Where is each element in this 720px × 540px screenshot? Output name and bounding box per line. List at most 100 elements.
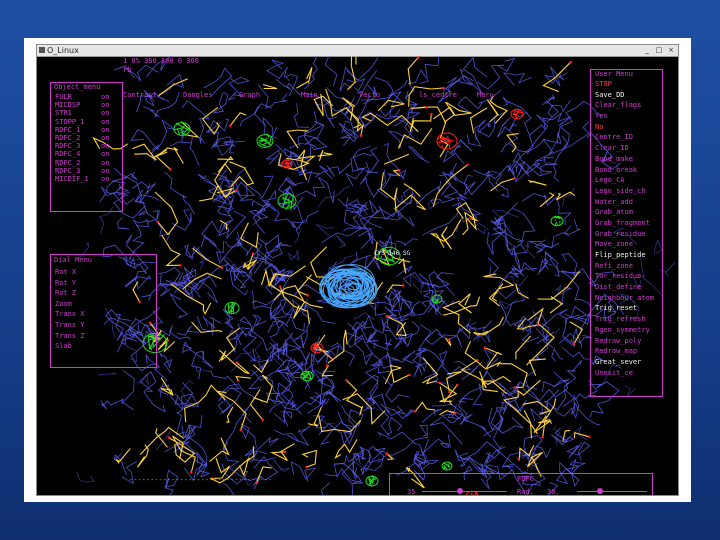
toolbar-dangles[interactable]: Dangles <box>183 91 213 99</box>
user-menu-item[interactable]: Great_sever <box>595 357 654 368</box>
object-menu-item[interactable]: FULR on <box>55 93 109 101</box>
contour-slider-track[interactable] <box>422 491 507 492</box>
object-menu-item[interactable]: RDFC_1 on <box>55 126 109 134</box>
user-menu-item[interactable]: Unexit_ce <box>595 368 654 379</box>
user-menu-item[interactable]: Trig_refresh <box>595 314 654 325</box>
user-menu-item[interactable]: STOP <box>595 79 654 90</box>
oxygen-atom <box>178 264 182 267</box>
object-state[interactable]: on <box>101 175 109 183</box>
density-contour <box>421 408 443 423</box>
density-contour <box>259 234 292 247</box>
object-state[interactable]: on <box>101 150 109 158</box>
object-state[interactable]: on <box>101 101 109 109</box>
density-contour <box>485 169 499 192</box>
object-menu-item[interactable]: RDFC_4 on <box>55 150 109 158</box>
toolbar-ls-centre[interactable]: ls_centre <box>419 91 457 99</box>
object-state[interactable]: on <box>101 109 109 117</box>
object-state[interactable]: on <box>101 93 109 101</box>
user-menu-item[interactable]: No <box>595 122 654 133</box>
minimize-button[interactable]: _ <box>643 46 651 55</box>
user-menu-item[interactable]: Lego_CA <box>595 175 654 186</box>
user-menu-item[interactable]: Trig_reset <box>595 303 654 314</box>
maximize-button[interactable]: □ <box>655 46 663 55</box>
user-menu-item[interactable]: Redraw_poly <box>595 336 654 347</box>
object-state[interactable]: on <box>101 167 109 175</box>
model-bond <box>523 410 533 439</box>
density-contour <box>273 459 290 473</box>
object-state[interactable]: on <box>101 118 109 126</box>
user-menu-item[interactable]: Clear_ID <box>595 143 654 154</box>
toolbar-meru[interactable]: Meru <box>477 91 494 99</box>
app-icon <box>39 47 45 53</box>
difference-contour <box>554 219 556 221</box>
user-menu-item[interactable]: Flip_peptide <box>595 250 654 261</box>
density-contour <box>265 149 280 165</box>
user-menu-item[interactable]: Tor_residue <box>595 271 654 282</box>
dial-menu-item[interactable]: Rot Z <box>55 288 85 299</box>
user-menu-item[interactable]: Clear_flags <box>595 100 654 111</box>
model-bond <box>239 222 259 248</box>
dial-menu-item[interactable]: Rot Y <box>55 278 85 289</box>
user-menu-item[interactable]: Grab_fragment <box>595 218 654 229</box>
density-contour <box>229 262 255 296</box>
dial-menu-item[interactable]: Trans Y <box>55 320 85 331</box>
user-menu-item[interactable]: Dist_define <box>595 282 654 293</box>
object-menu-item[interactable]: STOPP_1 on <box>55 118 109 126</box>
user-menu-item[interactable]: Neighbour_atom <box>595 293 654 304</box>
user-menu-item[interactable]: Centre_ID <box>595 132 654 143</box>
density-contour <box>222 482 235 495</box>
toolbar-graph[interactable]: Graph <box>239 91 260 99</box>
user-menu-item[interactable]: Redraw_map <box>595 346 654 357</box>
dial-menu-item[interactable]: Zoom <box>55 299 85 310</box>
object-state[interactable]: on <box>101 134 109 142</box>
model-bond <box>296 66 313 89</box>
density-contour <box>164 171 196 215</box>
object-state[interactable]: on <box>101 159 109 167</box>
density-contour <box>560 270 592 309</box>
toolbar-vecto[interactable]: Vecto <box>359 91 380 99</box>
user-menu-item[interactable]: Grab_residue <box>595 229 654 240</box>
contour-slider-handle[interactable] <box>457 488 463 494</box>
user-menu-item[interactable]: Grab_atom <box>595 207 654 218</box>
object-state[interactable]: on <box>101 126 109 134</box>
object-name: MICDSP <box>55 101 81 110</box>
close-button[interactable]: × <box>667 46 675 55</box>
object-menu-item[interactable]: MICDIF_1 on <box>55 175 109 183</box>
user-menu-item[interactable]: Yes <box>595 111 654 122</box>
graphics-canvas[interactable]: 1 0% 360 300 0 360 rb Contrast Dangles G… <box>37 56 678 495</box>
density-contour <box>336 460 364 484</box>
dial-menu-item[interactable]: Trans Z <box>55 331 85 342</box>
object-menu-item[interactable]: STR1 on <box>55 109 109 117</box>
user-menu-item[interactable]: Move_zone <box>595 239 654 250</box>
user-menu-item[interactable]: Save_DD <box>595 90 654 101</box>
dial-menu-item[interactable]: Trans X <box>55 309 85 320</box>
user-menu-item[interactable]: Rgen_symmetry <box>595 325 654 336</box>
user-menu-item[interactable]: Bond_break <box>595 165 654 176</box>
dial-menu-item[interactable]: Rot X <box>55 267 85 278</box>
density-contour <box>116 217 130 230</box>
dial-menu-item[interactable]: Slab <box>55 341 85 352</box>
user-menu-item[interactable]: Refi_zone <box>595 261 654 272</box>
density-contour <box>544 250 560 277</box>
object-menu-title: Object_menu <box>54 83 101 91</box>
toolbar-contrast[interactable]: Contrast <box>123 91 157 99</box>
oxygen-atom <box>483 346 487 350</box>
object-state[interactable]: on <box>101 142 109 150</box>
model-bond <box>209 437 230 462</box>
object-menu-item[interactable]: RDFC_3 on <box>55 167 109 175</box>
density-contour <box>349 251 372 265</box>
oxygen-atom <box>237 379 240 382</box>
object-menu-item[interactable]: RDFC_2 on <box>55 159 109 167</box>
user-menu-item[interactable]: Water_add <box>595 197 654 208</box>
user-menu-item[interactable]: Lego_side_ch <box>595 186 654 197</box>
model-bond <box>398 127 433 149</box>
density-contour <box>254 105 277 139</box>
density-contour <box>462 56 488 95</box>
object-menu-item[interactable]: RDFC_2 on <box>55 134 109 142</box>
object-menu-item[interactable]: RDFC_3 on <box>55 142 109 150</box>
toolbar-main[interactable]: Main <box>301 91 318 99</box>
radius-slider-handle[interactable] <box>597 488 603 494</box>
user-menu-item[interactable]: Bond_make <box>595 154 654 165</box>
object-menu-item[interactable]: MICDSP on <box>55 101 109 109</box>
radius-slider-track[interactable] <box>577 491 647 492</box>
